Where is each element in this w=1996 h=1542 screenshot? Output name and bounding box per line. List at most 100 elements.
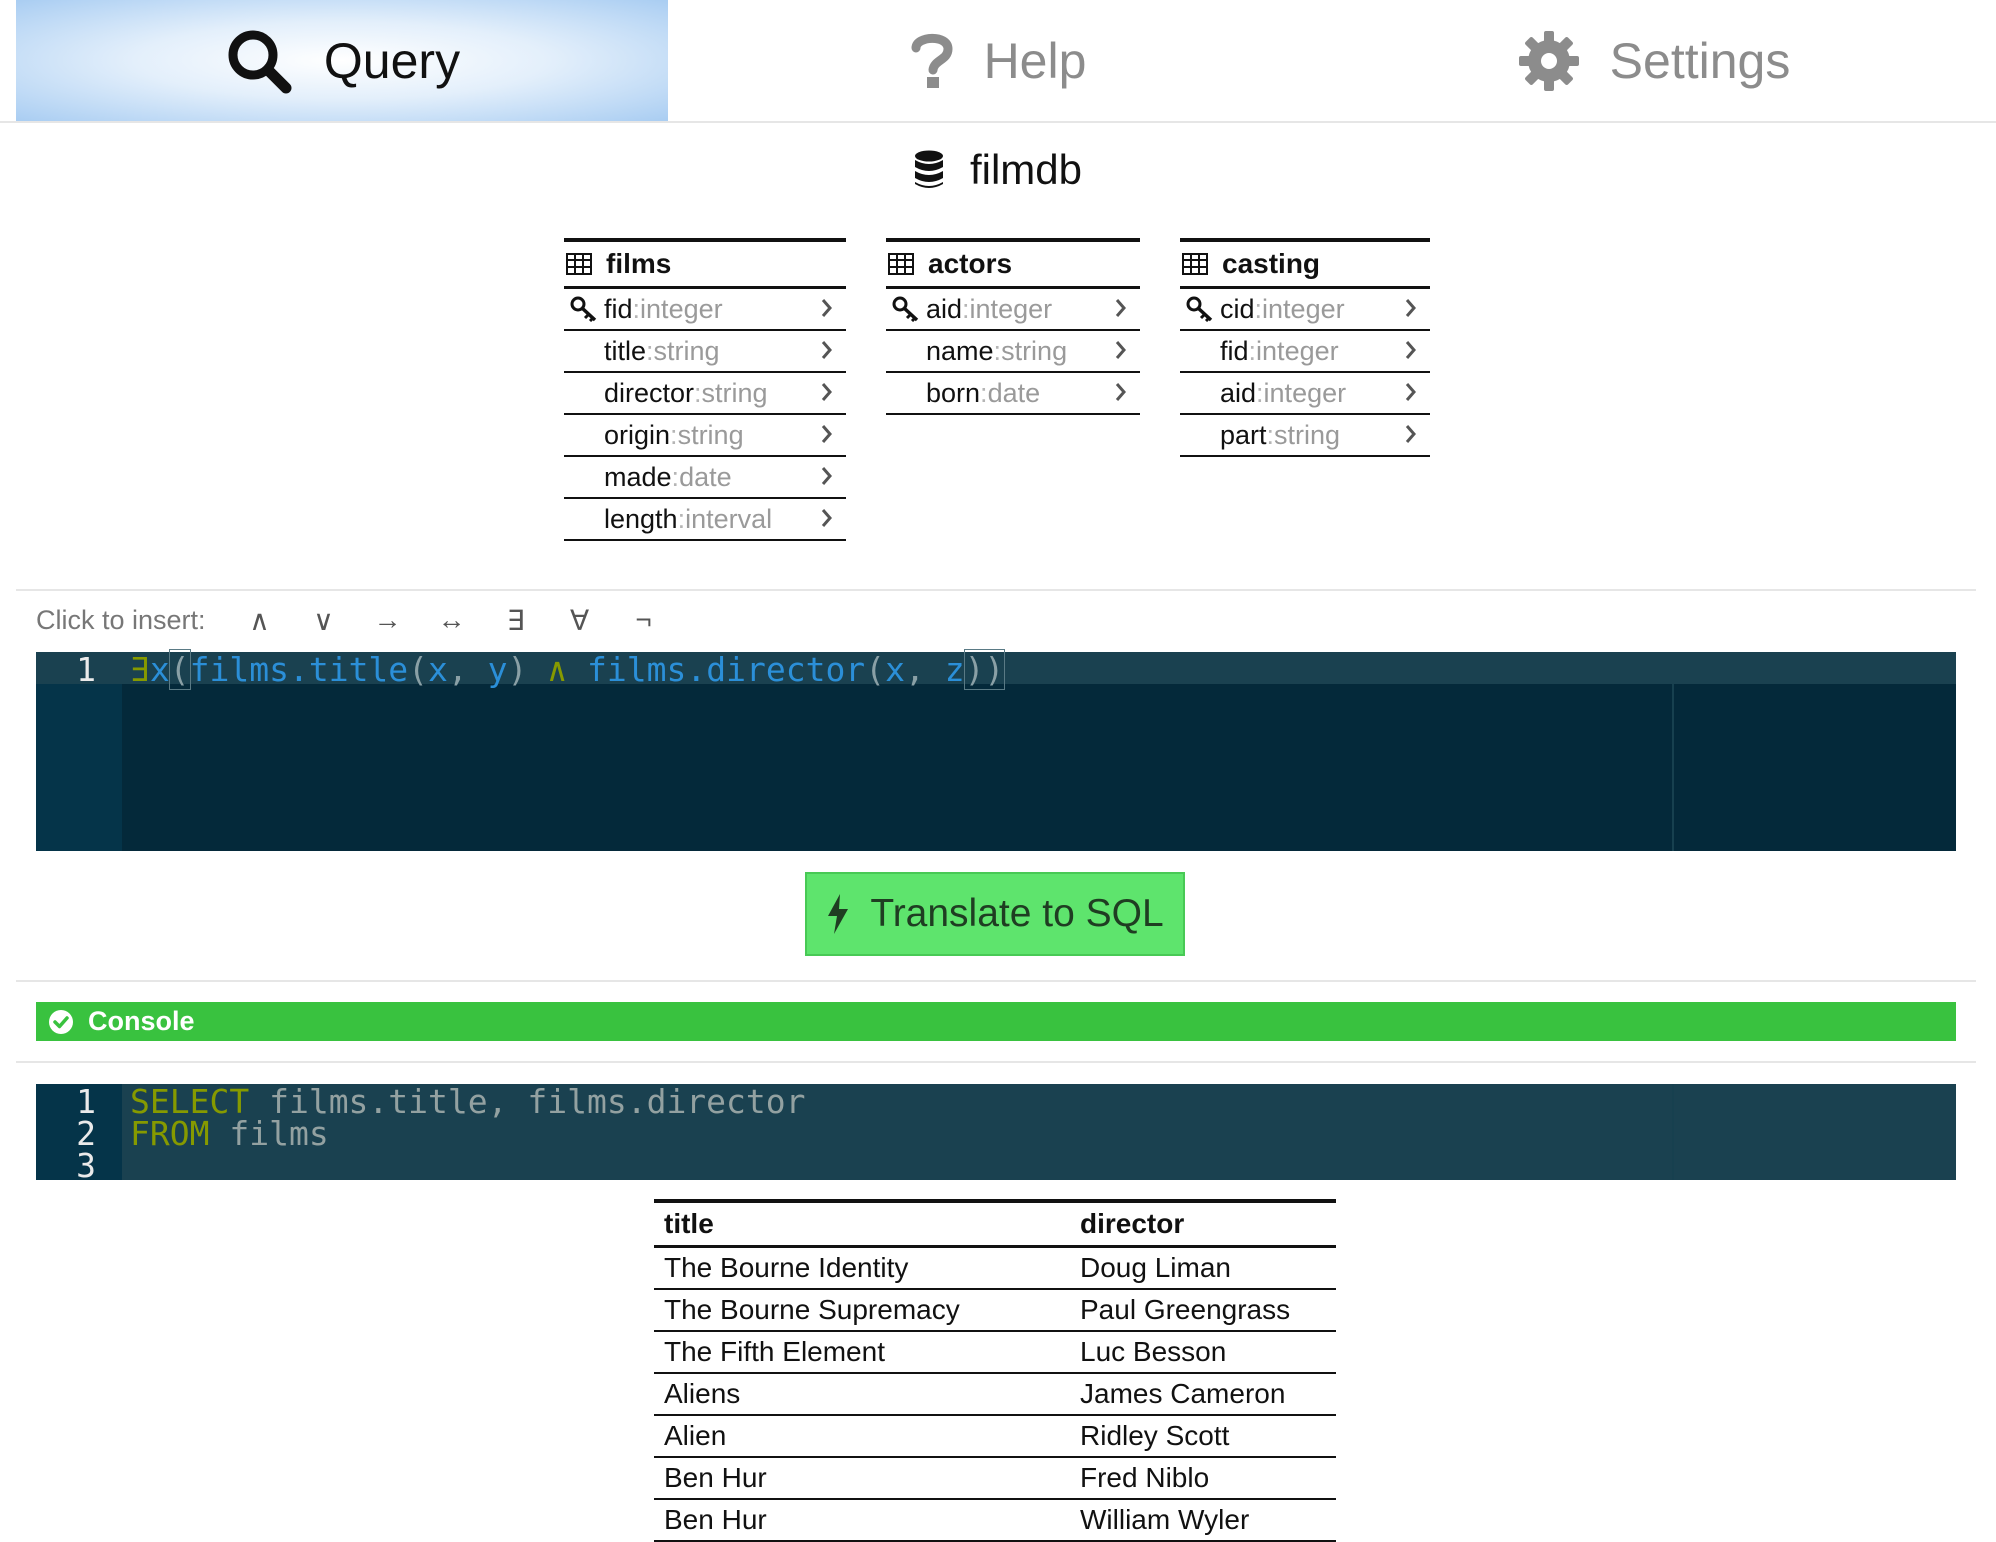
field-type: string: [1274, 419, 1341, 450]
schema-table-header[interactable]: casting: [1180, 238, 1430, 289]
result-cell-title: The Bourne Identity: [664, 1252, 909, 1283]
var-token: x: [885, 650, 905, 689]
schema-field-row[interactable]: fid : integer: [564, 289, 846, 331]
chevron-right-icon[interactable]: [820, 381, 834, 403]
chevron-right-icon[interactable]: [1404, 381, 1418, 403]
field-type-separator: :: [670, 419, 678, 450]
schema-field-row[interactable]: director : string: [564, 373, 846, 415]
key-slot: [1180, 296, 1220, 322]
field-type-separator: :: [1266, 419, 1275, 450]
insert-implies-button[interactable]: →: [356, 604, 420, 636]
line-number: 1: [76, 650, 96, 689]
insert-and-button[interactable]: ∧: [228, 604, 292, 637]
tab-query[interactable]: Query: [16, 0, 668, 121]
field-name: part: [1220, 419, 1267, 450]
tab-help-label: Help: [983, 32, 1087, 89]
tab-settings[interactable]: Settings: [1328, 0, 1980, 121]
tab-settings-label: Settings: [1609, 32, 1791, 89]
table-grid-icon: [888, 253, 914, 275]
field-type: string: [677, 419, 744, 450]
tab-query-label: Query: [323, 32, 461, 89]
schema-field-row[interactable]: title : string: [564, 331, 846, 373]
field-type: string: [1001, 335, 1068, 366]
schema-field-row[interactable]: fid : integer: [1180, 331, 1430, 373]
field-type-separator: :: [962, 293, 970, 324]
table-row: The Bourne Identity Doug Liman: [654, 1248, 1336, 1290]
field-name: director: [604, 377, 695, 408]
table-row: Aliens James Cameron: [654, 1374, 1336, 1416]
schema-table-actors: actors aid : integer name : string born : d…: [886, 238, 1140, 415]
field-type-separator: :: [694, 377, 702, 408]
results-column-header: director: [1080, 1208, 1185, 1239]
schema-field-row[interactable]: name : string: [886, 331, 1140, 373]
result-cell-title: The Bourne Supremacy: [664, 1294, 960, 1325]
schema-field-row[interactable]: cid : integer: [1180, 289, 1430, 331]
schema-field-row[interactable]: origin : string: [564, 415, 846, 457]
insert-symbol-bar: Click to insert: ∧ ∨ → ↔ ∃ ∀ ¬: [36, 600, 676, 640]
insert-iff-button[interactable]: ↔: [420, 604, 484, 636]
console-header[interactable]: Console: [36, 1002, 1956, 1041]
table-grid-icon: [566, 253, 592, 275]
field-type: interval: [685, 503, 773, 534]
sql-output-editor[interactable]: 1 SELECT films.title, films.director 2 F…: [36, 1082, 1956, 1185]
translate-to-sql-button[interactable]: Translate to SQL: [805, 872, 1185, 956]
chevron-right-icon[interactable]: [820, 297, 834, 319]
divider: [16, 589, 1976, 591]
paren-token: (: [408, 650, 429, 689]
chevron-right-icon[interactable]: [1404, 297, 1418, 319]
schema-table-casting: casting cid : integer fid : integer aid : i…: [1180, 238, 1430, 457]
field-type-separator: :: [1248, 335, 1257, 366]
chevron-right-icon[interactable]: [1114, 297, 1128, 319]
check-circle-icon: [49, 1009, 73, 1034]
chevron-right-icon[interactable]: [1404, 423, 1418, 445]
editor-line: 3: [36, 1146, 1956, 1185]
chevron-right-icon[interactable]: [820, 423, 834, 445]
table-row: Alien Ridley Scott: [654, 1416, 1336, 1458]
field-type: integer: [1262, 293, 1345, 324]
insert-forall-button[interactable]: ∀: [548, 604, 612, 637]
key-slot: [886, 296, 926, 322]
schema-field-row[interactable]: part : string: [1180, 415, 1430, 457]
chevron-right-icon[interactable]: [820, 507, 834, 529]
paren-token: )): [963, 649, 1006, 690]
bolt-icon: [828, 894, 849, 934]
gear-icon: [1518, 30, 1579, 91]
schema-table-header[interactable]: films: [564, 238, 846, 289]
result-cell-title: Aliens: [664, 1378, 741, 1409]
insert-not-button[interactable]: ¬: [612, 604, 676, 636]
chevron-right-icon[interactable]: [820, 339, 834, 361]
line-number: 3: [76, 1146, 96, 1185]
divider: [16, 1061, 1976, 1063]
tab-help[interactable]: Help: [668, 0, 1328, 121]
insert-or-button[interactable]: ∨: [292, 604, 356, 637]
comma-token: ,: [447, 650, 488, 689]
database-name: filmdb: [969, 146, 1083, 193]
key-slot: [564, 296, 604, 322]
field-name: fid: [1220, 335, 1249, 366]
schema-field-row[interactable]: aid : integer: [886, 289, 1140, 331]
schema-field-row[interactable]: length : interval: [564, 499, 846, 541]
insert-exists-button[interactable]: ∃: [484, 604, 548, 637]
results-table: title director The Bourne Identity Doug L…: [654, 1199, 1336, 1542]
schema-table-films: films fid : integer title : string director…: [564, 238, 846, 541]
schema-field-row[interactable]: born : date: [886, 373, 1140, 415]
field-type-separator: :: [993, 335, 1002, 366]
primary-key-icon: [570, 296, 597, 322]
paren-token: ): [507, 650, 528, 689]
schema-field-row[interactable]: made : date: [564, 457, 846, 499]
field-type-separator: :: [671, 461, 680, 492]
result-cell-director: Fred Niblo: [1080, 1462, 1210, 1493]
and-token: ∧: [527, 650, 588, 689]
schema-table-header[interactable]: actors: [886, 238, 1140, 289]
query-editor[interactable]: 1 ∃x(films.title(x, y) ∧ films.director(…: [36, 649, 1956, 851]
chevron-right-icon[interactable]: [1404, 339, 1418, 361]
chevron-right-icon[interactable]: [1114, 381, 1128, 403]
field-name: origin: [604, 419, 671, 450]
schema-field-row[interactable]: aid : integer: [1180, 373, 1430, 415]
chevron-right-icon[interactable]: [1114, 339, 1128, 361]
var-token: z: [944, 650, 965, 689]
chevron-right-icon[interactable]: [820, 465, 834, 487]
field-type-separator: :: [632, 293, 641, 324]
main-tab-bar: Query Help Settings: [0, 0, 1996, 123]
field-type: date: [679, 461, 732, 492]
